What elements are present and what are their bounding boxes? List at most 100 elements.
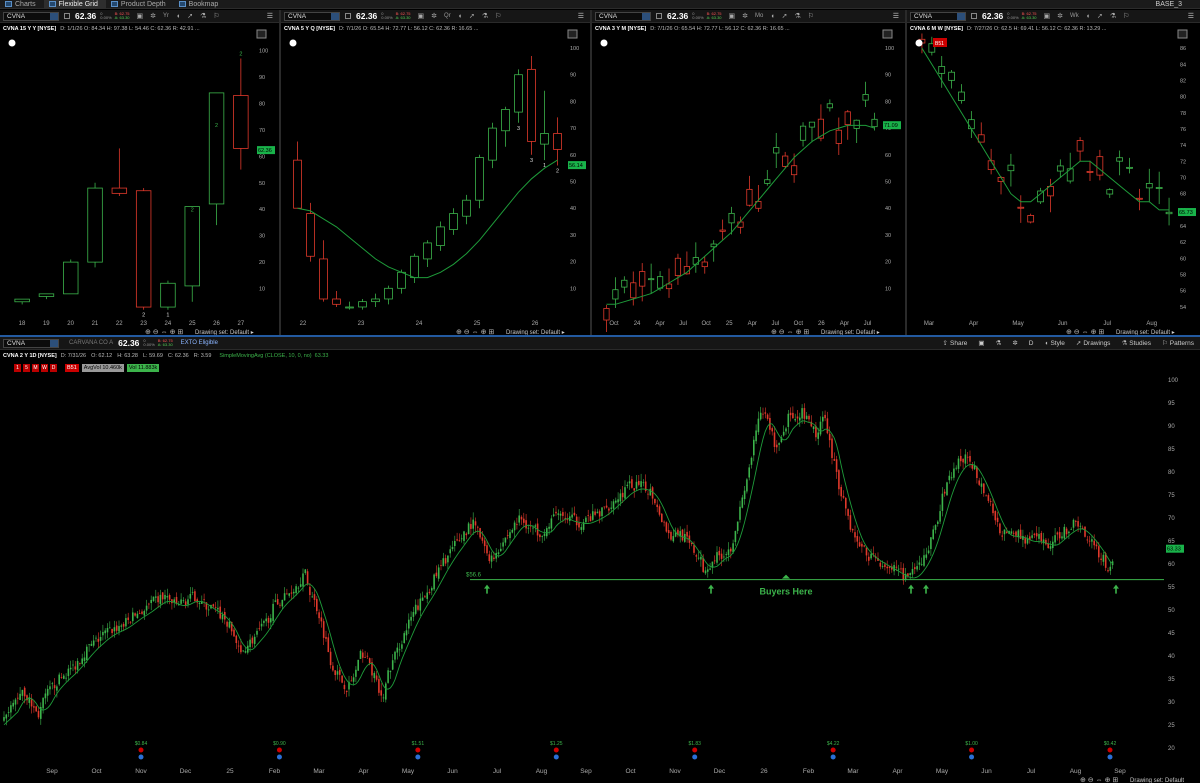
- candle-body: [42, 697, 44, 709]
- app-tab-bar: Charts Flexible Grid Product Depth Bookm…: [0, 0, 1200, 9]
- candle-body: [1093, 540, 1095, 546]
- price-chart[interactable]: 868482807876747270686664626058565465.73M…: [907, 10, 1200, 335]
- y-tick-label: 100: [1168, 378, 1179, 384]
- x-tick-label: 26: [818, 321, 825, 327]
- candle-body: [49, 686, 51, 690]
- candle-body: [1056, 165, 1064, 172]
- dividend-icon: [415, 747, 421, 753]
- daily-price-chart[interactable]: 100 95 90 85 80 75 70 65 60 55 50 45 40 35 30 25 20 Sep Oc…: [0, 337, 1200, 783]
- candle-body: [405, 630, 408, 636]
- candle-body: [1047, 543, 1049, 549]
- price-chart[interactable]: 10090807060504030201071.09Oct24AprJulOct…: [592, 10, 905, 335]
- candle-body: [235, 635, 238, 644]
- candle-body: [368, 658, 371, 664]
- candle-body: [955, 467, 957, 469]
- candle-body: [585, 517, 587, 523]
- candle-body: [732, 543, 734, 553]
- x-tick-label: Mar: [924, 321, 934, 327]
- candle-body: [773, 432, 776, 447]
- candle-body: [318, 612, 320, 619]
- candle-body: [109, 627, 111, 629]
- workspace-name[interactable]: BASE_3: [1156, 1, 1200, 8]
- candle-body: [336, 671, 339, 675]
- candle-body: [145, 605, 148, 611]
- candle-body: [909, 573, 911, 575]
- candle-body: [319, 258, 328, 300]
- candle-body: [385, 683, 387, 700]
- candle-body: [757, 418, 760, 433]
- tab-flexible-grid[interactable]: Flexible Grid: [43, 0, 106, 9]
- event-icon: [1107, 754, 1113, 760]
- price-chart[interactable]: 10090807060504030201056.1422 23 24 25 26⊕ ⊖ …: [281, 10, 590, 335]
- candle-body: [10, 705, 12, 713]
- tab-bookmap[interactable]: Bookmap: [174, 0, 227, 9]
- tab-charts[interactable]: Charts: [0, 0, 44, 9]
- candle-body: [626, 484, 629, 486]
- candle-body: [665, 522, 668, 532]
- y-tick-label: 80: [1168, 470, 1175, 476]
- tab-product-depth[interactable]: Product Depth: [106, 0, 174, 9]
- candle-body: [240, 645, 242, 653]
- candle-count-label: 2: [191, 208, 194, 214]
- candle-body: [1106, 189, 1114, 195]
- candle-body: [907, 573, 909, 576]
- candle-body: [550, 518, 553, 529]
- event-icon: [276, 754, 282, 760]
- candle-body: [838, 470, 840, 490]
- y-tick-label: 95: [1168, 401, 1175, 407]
- candle-body: [720, 553, 723, 559]
- candle-body: [297, 587, 300, 589]
- y-tick-label: 50: [259, 181, 265, 187]
- candle-body: [481, 537, 484, 541]
- candle-body: [916, 566, 918, 570]
- y-tick-label: 50: [570, 180, 576, 186]
- candle-body: [552, 514, 555, 517]
- candle-body: [617, 499, 619, 503]
- candle-body: [647, 493, 649, 495]
- candle-body: [996, 517, 999, 522]
- x-tick-label: Dec: [714, 768, 726, 775]
- candle-count-label: 2: [142, 313, 145, 319]
- scale-icon: [256, 29, 267, 39]
- candle-body: [1045, 539, 1047, 545]
- candle-body: [214, 606, 217, 608]
- candle-body: [187, 599, 189, 605]
- candle-body: [596, 511, 599, 514]
- candle-body: [357, 659, 359, 671]
- candle-body: [1076, 140, 1084, 152]
- candle-body: [359, 650, 362, 659]
- grid-icon: [48, 1, 56, 7]
- candle-body: [1095, 544, 1098, 547]
- candle-body: [686, 531, 688, 537]
- candle-body: [334, 670, 336, 676]
- y-tick-label: 30: [885, 233, 891, 239]
- candle-body: [431, 588, 433, 591]
- candle-body: [826, 418, 829, 434]
- candle-body: [1091, 539, 1093, 542]
- dividend-label: $1.25: [550, 741, 563, 747]
- candle-body: [794, 419, 796, 421]
- candle-body: [472, 519, 474, 529]
- candle-body: [60, 677, 63, 678]
- candle-body: [753, 439, 755, 456]
- candle-body: [474, 521, 477, 526]
- candle-body: [718, 550, 721, 556]
- candle-body: [976, 466, 978, 478]
- x-tick-label: Sep: [580, 768, 592, 775]
- candle-body: [1086, 539, 1089, 541]
- candle-body: [828, 433, 831, 441]
- candle-body: [612, 289, 619, 300]
- candle-body: [463, 531, 465, 541]
- candle-body: [513, 522, 516, 531]
- candle-body: [639, 271, 646, 287]
- candle-body: [743, 490, 746, 500]
- candle-body: [773, 147, 780, 154]
- candle-body: [283, 593, 286, 601]
- candle-body: [143, 610, 146, 616]
- candle-body: [332, 298, 341, 305]
- candle-body: [221, 614, 224, 620]
- dividend-icon: [969, 747, 975, 753]
- candle-body: [387, 670, 389, 683]
- price-chart[interactable]: 10090807060504030201062.3618 19 20 21 22 23 24…: [0, 10, 279, 335]
- candle-body: [465, 533, 468, 536]
